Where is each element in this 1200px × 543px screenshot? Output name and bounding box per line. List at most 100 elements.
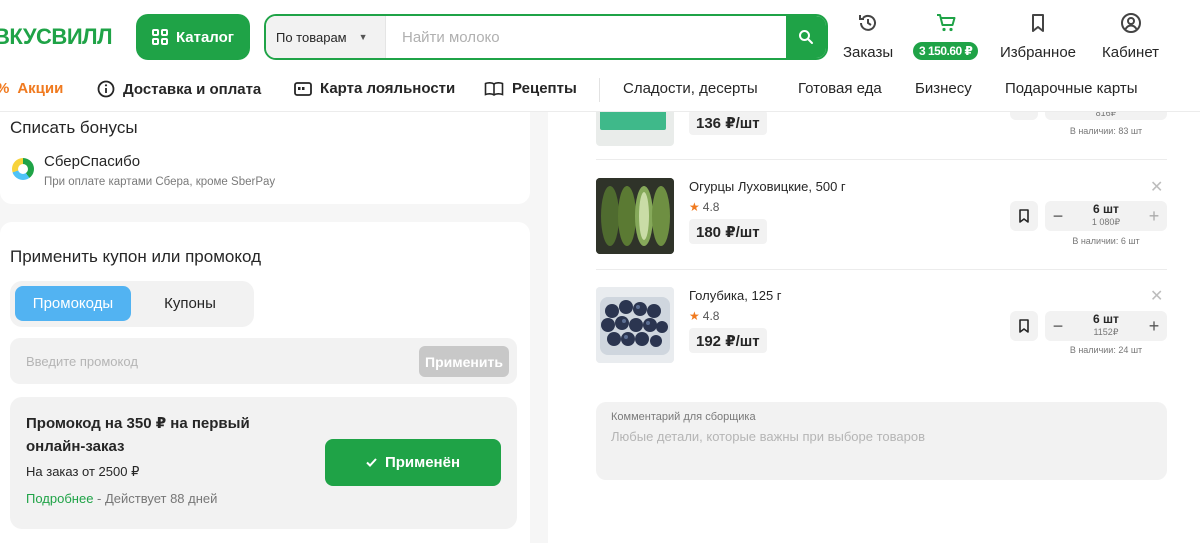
search-icon (799, 30, 813, 44)
remove-item-button[interactable]: ✕ (1150, 177, 1163, 197)
comment-placeholder: Любые детали, которые важны при выборе т… (611, 429, 925, 444)
orders-label: Заказы (843, 44, 894, 61)
coupon-meta: Подробнее - Действует 88 дней (26, 491, 217, 506)
product-name[interactable]: Голубика, 125 г (689, 288, 782, 303)
tab-promocodes[interactable]: Промокоды (15, 286, 131, 321)
decrease-button[interactable]: − (1047, 205, 1069, 227)
sberspasibo-name[interactable]: СберСпасибо (44, 153, 140, 170)
stock-info: В наличии: 6 шт (1072, 236, 1140, 246)
logo[interactable]: ВКУСВИЛЛ (0, 24, 113, 50)
coupon-validity: - Действует 88 дней (93, 491, 218, 506)
tab-coupons[interactable]: Купоны (135, 286, 245, 321)
nav-divider (599, 78, 600, 102)
quantity-stepper: − 6 шт 1152₽ + (1045, 311, 1167, 341)
item-sum: 1 080₽ (1091, 217, 1121, 227)
nav-delivery-label: Доставка и оплата (123, 80, 262, 98)
item-count: 6 шт (1093, 202, 1119, 216)
promocode-field: Применить (10, 338, 517, 384)
coupon-more-link[interactable]: Подробнее (26, 491, 93, 506)
nav-delivery[interactable]: Доставка и оплата (97, 80, 261, 98)
row-divider (596, 269, 1167, 270)
caret-down-icon: ▼ (358, 32, 368, 42)
decrease-button[interactable]: − (1047, 315, 1069, 337)
nav-gift-cards[interactable]: Подарочные карты (1005, 80, 1138, 97)
nav-loyalty-label: Карта лояльности (320, 80, 456, 97)
orders-link[interactable]: Заказы (843, 12, 893, 61)
cabinet-label: Кабинет (1102, 44, 1160, 61)
bookmark-button[interactable] (1010, 311, 1038, 341)
cart-link[interactable]: 3 150.60 ₽ (913, 12, 979, 60)
user-icon (1120, 13, 1141, 33)
check-icon (366, 458, 377, 467)
search-button[interactable] (786, 16, 826, 58)
item-count: 6 шт (1093, 312, 1119, 326)
history-icon (859, 14, 877, 31)
increase-button[interactable]: + (1143, 315, 1165, 337)
coupon-applied-button[interactable]: Применён (325, 439, 501, 486)
info-icon (97, 80, 115, 98)
product-price: 192 ₽/шт (689, 328, 767, 353)
bookmark-icon (1019, 319, 1029, 333)
increase-button[interactable]: + (1143, 205, 1165, 227)
coupon-offer: Промокод на 350 ₽ на первый онлайн-заказ… (10, 397, 517, 529)
nav-loyalty[interactable]: Карта лояльности (294, 80, 455, 97)
nav-business[interactable]: Бизнесу (915, 80, 972, 97)
product-price: 180 ₽/шт (689, 219, 767, 244)
coupon-tabs: Промокоды Купоны (10, 281, 254, 327)
card-icon (294, 81, 312, 96)
picker-comment-field[interactable]: Комментарий для сборщика Любые детали, к… (596, 402, 1167, 480)
search-bar: По товарам ▼ (264, 14, 828, 60)
product-rating: ★ 4.8 (689, 309, 719, 323)
cabinet-link[interactable]: Кабинет (1102, 12, 1159, 61)
nav-sweets[interactable]: Сладости, десерты (623, 80, 758, 97)
cucumbers-image (596, 178, 674, 254)
row-divider (596, 159, 1167, 160)
cart-icon (936, 14, 956, 32)
sberspasibo-icon (12, 158, 34, 180)
stock-info: В наличии: 83 шт (1069, 126, 1143, 136)
nav-promo[interactable]: % Акции (0, 80, 63, 97)
item-sum: 1152₽ (1093, 327, 1119, 337)
coupon-condition: На заказ от 2500 ₽ (26, 464, 140, 479)
rating-value: 4.8 (702, 309, 720, 323)
product-image[interactable] (596, 287, 674, 363)
bonuses-title: Списать бонусы (10, 118, 138, 137)
search-input[interactable] (386, 16, 786, 58)
product-image[interactable] (596, 178, 674, 254)
stock-info: В наличии: 24 шт (1069, 345, 1143, 355)
promocode-input[interactable] (26, 350, 406, 372)
product-name[interactable]: Огурцы Луховицкие, 500 г (689, 179, 846, 194)
product-price: 136 ₽/шт (689, 110, 767, 135)
catalog-label: Каталог (175, 28, 235, 46)
coupon-title-line1: Промокод на 350 ₽ на первый (26, 415, 250, 432)
star-icon: ★ (689, 200, 700, 214)
cart-total-badge: 3 150.60 ₽ (913, 42, 979, 60)
coupon-section-title: Применить купон или промокод (10, 247, 261, 266)
nav-recipes-label: Рецепты (512, 80, 577, 97)
rating-value: 4.8 (702, 200, 720, 214)
apply-promocode-button[interactable]: Применить (419, 346, 509, 377)
coupon-applied-label: Применён (384, 454, 461, 471)
favorites-label: Избранное (1000, 44, 1077, 61)
star-icon: ★ (689, 309, 700, 323)
book-icon (484, 81, 504, 96)
nav-ready-food[interactable]: Готовая еда (798, 80, 882, 97)
nav-recipes[interactable]: Рецепты (484, 80, 577, 97)
grid-icon (151, 29, 168, 45)
product-rating: ★ 4.8 (689, 200, 719, 214)
catalog-button[interactable]: Каталог (136, 14, 250, 60)
search-scope-select[interactable]: По товарам ▼ (266, 16, 386, 58)
percent-icon: % (0, 80, 9, 97)
comment-label: Комментарий для сборщика (611, 411, 756, 423)
sberspasibo-note: При оплате картами Сбера, кроме SberPay (44, 176, 276, 188)
search-scope-label: По товарам (276, 29, 347, 45)
quantity-stepper: − 6 шт 1 080₽ + (1045, 201, 1167, 231)
site-header: ВКУСВИЛЛ Каталог По товарам ▼ Заказы (0, 0, 1200, 112)
coupon-title-line2: онлайн-заказ (26, 438, 125, 455)
blueberries-image (596, 287, 674, 363)
bookmark-icon (1032, 14, 1045, 32)
bookmark-button[interactable] (1010, 201, 1038, 231)
remove-item-button[interactable]: ✕ (1150, 286, 1163, 306)
nav-promo-label: Акции (17, 80, 64, 97)
favorites-link[interactable]: Избранное (1000, 12, 1076, 61)
